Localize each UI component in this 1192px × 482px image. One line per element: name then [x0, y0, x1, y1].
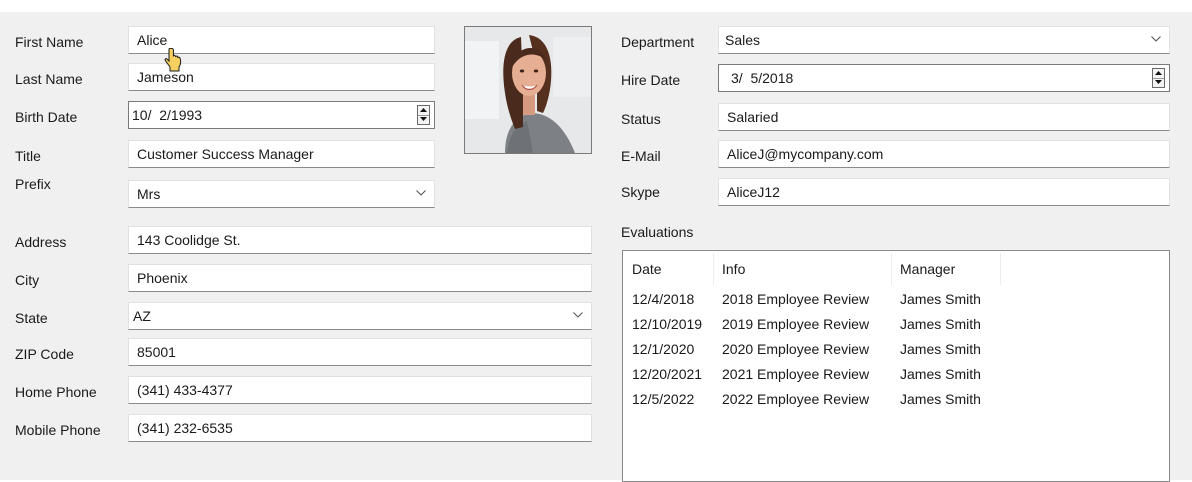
- mobile-phone-field[interactable]: (341) 232-6535: [128, 414, 592, 442]
- title-value: Customer Success Manager: [137, 146, 314, 162]
- evaluation-row-3-manager[interactable]: James Smith: [900, 341, 981, 357]
- chevron-down-icon: [573, 312, 583, 318]
- evaluations-label: Evaluations: [621, 224, 694, 240]
- evaluation-row-2-date[interactable]: 12/10/2019: [632, 316, 702, 332]
- email-label: E-Mail: [621, 148, 661, 164]
- evaluations-grid[interactable]: Date Info Manager 12/4/2018 2018 Employe…: [622, 250, 1170, 482]
- zip-code-value: 85001: [137, 344, 176, 360]
- evaluation-row-2-manager[interactable]: James Smith: [900, 316, 981, 332]
- title-field[interactable]: Customer Success Manager: [128, 140, 435, 168]
- city-label: City: [15, 272, 40, 288]
- hire-date-spinner[interactable]: [1152, 68, 1165, 88]
- chevron-down-icon: [1151, 36, 1161, 42]
- department-label: Department: [621, 34, 695, 50]
- zip-code-field[interactable]: 85001: [128, 338, 592, 366]
- first-name-value: Alice: [137, 32, 168, 48]
- spin-down-arrow-icon[interactable]: [1153, 78, 1164, 87]
- column-divider[interactable]: [713, 253, 714, 285]
- skype-value: AliceJ12: [727, 184, 780, 200]
- state-dropdown[interactable]: AZ: [128, 302, 592, 330]
- hire-date-picker[interactable]: 3/ 5/2018: [718, 64, 1170, 92]
- department-dropdown[interactable]: Sales: [718, 26, 1170, 54]
- evaluation-row-1-date[interactable]: 12/4/2018: [632, 291, 694, 307]
- home-phone-field[interactable]: (341) 433-4377: [128, 376, 592, 404]
- last-name-value: Jameson: [137, 69, 194, 85]
- address-value: 143 Coolidge St.: [137, 232, 241, 248]
- last-name-label: Last Name: [15, 71, 83, 87]
- evaluation-row-5-manager[interactable]: James Smith: [900, 391, 981, 407]
- home-phone-label: Home Phone: [15, 384, 97, 400]
- first-name-label: First Name: [15, 34, 84, 50]
- birth-date-value: 10/ 2/1993: [132, 107, 203, 123]
- column-divider[interactable]: [891, 253, 892, 285]
- evaluation-row-4-date[interactable]: 12/20/2021: [632, 366, 702, 382]
- evaluation-row-5-date[interactable]: 12/5/2022: [632, 391, 694, 407]
- zip-code-label: ZIP Code: [15, 346, 74, 362]
- column-divider[interactable]: [1000, 253, 1001, 285]
- birth-date-label: Birth Date: [15, 109, 78, 125]
- employee-photo: [464, 26, 592, 154]
- evaluation-row-5-info[interactable]: 2022 Employee Review: [722, 391, 869, 407]
- prefix-dropdown[interactable]: Mrs: [128, 180, 435, 208]
- mobile-phone-value: (341) 232-6535: [137, 420, 233, 436]
- mobile-phone-label: Mobile Phone: [15, 422, 101, 438]
- spin-down-arrow-icon[interactable]: [418, 115, 429, 124]
- status-field[interactable]: Salaried: [718, 103, 1170, 131]
- home-phone-value: (341) 433-4377: [137, 382, 233, 398]
- city-value: Phoenix: [137, 270, 188, 286]
- prefix-label: Prefix: [15, 176, 51, 192]
- portrait-image: [465, 27, 591, 153]
- evaluation-row-4-info[interactable]: 2021 Employee Review: [722, 366, 869, 382]
- hire-date-label: Hire Date: [621, 72, 681, 88]
- department-value: Sales: [725, 32, 761, 48]
- chevron-down-icon: [416, 190, 426, 196]
- birth-date-picker[interactable]: 10/ 2/1993: [128, 101, 435, 129]
- city-field[interactable]: Phoenix: [128, 264, 592, 292]
- address-label: Address: [15, 234, 67, 250]
- column-header-manager[interactable]: Manager: [900, 261, 955, 277]
- first-name-field[interactable]: Alice: [128, 26, 435, 54]
- hire-date-value: 3/ 5/2018: [731, 70, 794, 86]
- prefix-value: Mrs: [137, 186, 161, 202]
- state-label: State: [15, 310, 48, 326]
- evaluation-row-3-date[interactable]: 12/1/2020: [632, 341, 694, 357]
- email-field[interactable]: AliceJ@mycompany.com: [718, 140, 1170, 168]
- evaluation-row-2-info[interactable]: 2019 Employee Review: [722, 316, 869, 332]
- evaluation-row-1-manager[interactable]: James Smith: [900, 291, 981, 307]
- title-label: Title: [15, 148, 41, 164]
- evaluation-row-4-manager[interactable]: James Smith: [900, 366, 981, 382]
- skype-field[interactable]: AliceJ12: [718, 178, 1170, 206]
- birth-date-spinner[interactable]: [417, 105, 430, 125]
- evaluation-row-1-info[interactable]: 2018 Employee Review: [722, 291, 869, 307]
- column-header-date[interactable]: Date: [632, 261, 662, 277]
- skype-label: Skype: [621, 184, 660, 200]
- status-value: Salaried: [727, 109, 779, 125]
- last-name-field[interactable]: Jameson: [128, 63, 435, 91]
- employee-form: First Name Alice Last Name Jameson Birth…: [0, 12, 1192, 482]
- email-value: AliceJ@mycompany.com: [727, 146, 884, 162]
- address-field[interactable]: 143 Coolidge St.: [128, 226, 592, 254]
- state-value: AZ: [133, 308, 151, 324]
- status-label: Status: [621, 111, 661, 127]
- column-header-info[interactable]: Info: [722, 261, 745, 277]
- evaluation-row-3-info[interactable]: 2020 Employee Review: [722, 341, 869, 357]
